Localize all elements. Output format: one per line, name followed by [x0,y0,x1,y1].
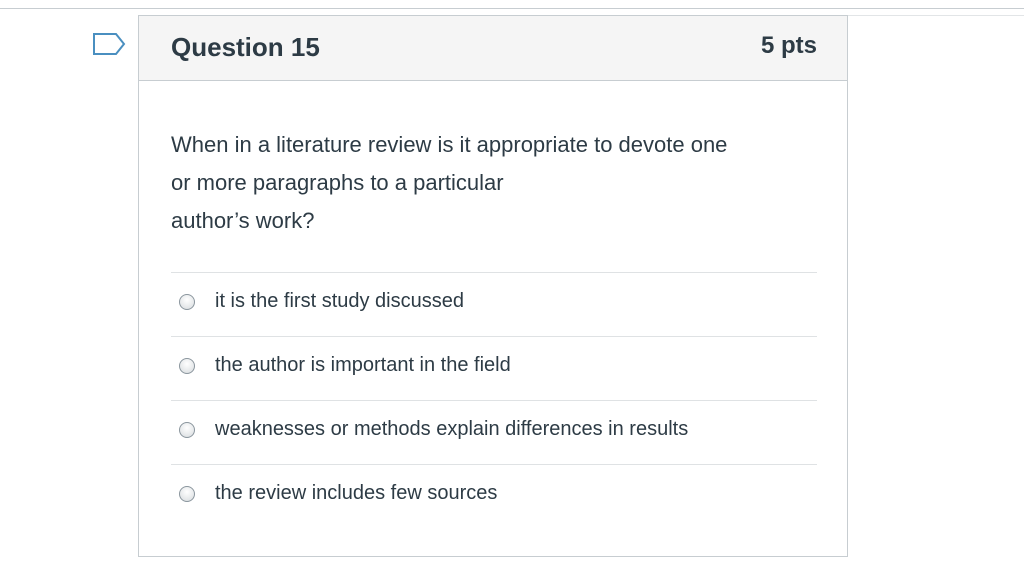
question-title: Question 15 [171,32,320,62]
radio-button[interactable] [179,486,195,502]
radio-button[interactable] [179,358,195,374]
question-text-line: or more paragraphs to a particular [171,170,504,195]
question-points: 5 pts [760,32,817,59]
question-text-line: author’s work? [171,208,315,233]
answer-option[interactable]: the review includes few sources [171,465,817,528]
answer-list: it is the first study discussed the auth… [171,272,817,528]
answer-option[interactable]: the author is important in the field [171,337,817,401]
answer-label[interactable]: the review includes few sources [215,482,497,505]
question-text-line: When in a literature review is it approp… [171,132,728,157]
question-header: Question 15 5 pts [139,16,847,81]
answer-label[interactable]: the author is important in the field [215,354,511,377]
radio-button[interactable] [179,422,195,438]
answer-option[interactable]: weaknesses or methods explain difference… [171,401,817,465]
question-text: When in a literature review is it approp… [171,126,817,240]
answer-option[interactable]: it is the first study discussed [171,273,817,337]
answer-label[interactable]: weaknesses or methods explain difference… [215,418,688,441]
flag-question-icon[interactable] [92,32,126,56]
question-card: Question 15 5 pts When in a literature r… [138,15,848,557]
top-divider [0,8,1024,9]
answer-label[interactable]: it is the first study discussed [215,290,464,313]
radio-button[interactable] [179,294,195,310]
